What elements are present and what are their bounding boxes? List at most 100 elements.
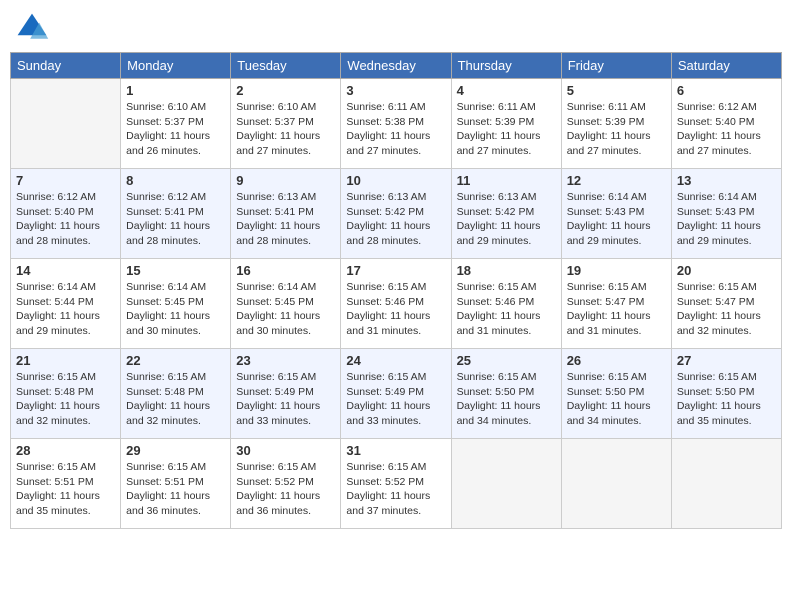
- day-info: Sunrise: 6:13 AMSunset: 5:42 PMDaylight:…: [457, 190, 556, 249]
- calendar-cell: 21 Sunrise: 6:15 AMSunset: 5:48 PMDayligh…: [11, 349, 121, 439]
- column-header-monday: Monday: [121, 53, 231, 79]
- day-info: Sunrise: 6:11 AMSunset: 5:39 PMDaylight:…: [457, 100, 556, 159]
- day-number: 23: [236, 353, 335, 368]
- day-info: Sunrise: 6:11 AMSunset: 5:39 PMDaylight:…: [567, 100, 666, 159]
- calendar-cell: 29 Sunrise: 6:15 AMSunset: 5:51 PMDayligh…: [121, 439, 231, 529]
- calendar-cell: 16Sunrise: 6:14 AMSunset: 5:45 PMDayligh…: [231, 259, 341, 349]
- calendar-cell: 17Sunrise: 6:15 AMSunset: 5:46 PMDayligh…: [341, 259, 451, 349]
- day-info: Sunrise: 6:10 AMSunset: 5:37 PMDaylight:…: [236, 100, 335, 159]
- day-number: 10: [346, 173, 445, 188]
- day-info: Sunrise: 6:15 AMSunset: 5:47 PMDaylight:…: [677, 280, 776, 339]
- day-number: 18: [457, 263, 556, 278]
- day-number: 13: [677, 173, 776, 188]
- calendar-cell: 10 Sunrise: 6:13 AMSunset: 5:42 PMDayligh…: [341, 169, 451, 259]
- calendar-cell: 15 Sunrise: 6:14 AMSunset: 5:45 PMDayligh…: [121, 259, 231, 349]
- calendar-cell: 6 Sunrise: 6:12 AMSunset: 5:40 PMDaylight…: [671, 79, 781, 169]
- calendar-cell: 19 Sunrise: 6:15 AMSunset: 5:47 PMDayligh…: [561, 259, 671, 349]
- day-info: Sunrise: 6:13 AMSunset: 5:42 PMDaylight:…: [346, 190, 445, 249]
- day-number: 27: [677, 353, 776, 368]
- calendar-cell: 12 Sunrise: 6:14 AMSunset: 5:43 PMDayligh…: [561, 169, 671, 259]
- calendar-cell: 27 Sunrise: 6:15 AMSunset: 5:50 PMDayligh…: [671, 349, 781, 439]
- day-info: Sunrise: 6:15 AMSunset: 5:46 PMDaylight:…: [346, 280, 445, 339]
- calendar-cell: 22 Sunrise: 6:15 AMSunset: 5:48 PMDayligh…: [121, 349, 231, 439]
- day-number: 26: [567, 353, 666, 368]
- day-info: Sunrise: 6:15 AMSunset: 5:50 PMDaylight:…: [567, 370, 666, 429]
- day-number: 30: [236, 443, 335, 458]
- calendar-cell: [11, 79, 121, 169]
- day-info: Sunrise: 6:15 AMSunset: 5:52 PMDaylight:…: [346, 460, 445, 519]
- calendar-week-row: 7 Sunrise: 6:12 AMSunset: 5:40 PMDaylight…: [11, 169, 782, 259]
- column-header-wednesday: Wednesday: [341, 53, 451, 79]
- day-number: 7: [16, 173, 115, 188]
- calendar-cell: 3Sunrise: 6:11 AMSunset: 5:38 PMDaylight…: [341, 79, 451, 169]
- calendar-cell: 2 Sunrise: 6:10 AMSunset: 5:37 PMDaylight…: [231, 79, 341, 169]
- calendar-cell: 4 Sunrise: 6:11 AMSunset: 5:39 PMDaylight…: [451, 79, 561, 169]
- day-info: Sunrise: 6:13 AMSunset: 5:41 PMDaylight:…: [236, 190, 335, 249]
- calendar-cell: 18 Sunrise: 6:15 AMSunset: 5:46 PMDayligh…: [451, 259, 561, 349]
- day-number: 19: [567, 263, 666, 278]
- day-number: 2: [236, 83, 335, 98]
- day-info: Sunrise: 6:12 AMSunset: 5:40 PMDaylight:…: [677, 100, 776, 159]
- page-header: [10, 10, 782, 46]
- logo: [14, 10, 54, 46]
- calendar-cell: 14Sunrise: 6:14 AMSunset: 5:44 PMDayligh…: [11, 259, 121, 349]
- day-number: 1: [126, 83, 225, 98]
- calendar-cell: [671, 439, 781, 529]
- calendar-cell: 31 Sunrise: 6:15 AMSunset: 5:52 PMDayligh…: [341, 439, 451, 529]
- day-info: Sunrise: 6:15 AMSunset: 5:51 PMDaylight:…: [126, 460, 225, 519]
- day-number: 16: [236, 263, 335, 278]
- day-info: Sunrise: 6:14 AMSunset: 5:44 PMDaylight:…: [16, 280, 115, 339]
- day-number: 5: [567, 83, 666, 98]
- calendar-week-row: 1 Sunrise: 6:10 AMSunset: 5:37 PMDaylight…: [11, 79, 782, 169]
- day-number: 29: [126, 443, 225, 458]
- column-header-thursday: Thursday: [451, 53, 561, 79]
- calendar-cell: 11 Sunrise: 6:13 AMSunset: 5:42 PMDayligh…: [451, 169, 561, 259]
- day-info: Sunrise: 6:15 AMSunset: 5:50 PMDaylight:…: [677, 370, 776, 429]
- day-number: 22: [126, 353, 225, 368]
- column-header-sunday: Sunday: [11, 53, 121, 79]
- day-info: Sunrise: 6:11 AMSunset: 5:38 PMDaylight:…: [346, 100, 445, 159]
- day-number: 12: [567, 173, 666, 188]
- calendar-cell: 23 Sunrise: 6:15 AMSunset: 5:49 PMDayligh…: [231, 349, 341, 439]
- day-info: Sunrise: 6:15 AMSunset: 5:46 PMDaylight:…: [457, 280, 556, 339]
- calendar-cell: 5 Sunrise: 6:11 AMSunset: 5:39 PMDaylight…: [561, 79, 671, 169]
- day-info: Sunrise: 6:14 AMSunset: 5:45 PMDaylight:…: [126, 280, 225, 339]
- calendar-week-row: 28Sunrise: 6:15 AMSunset: 5:51 PMDayligh…: [11, 439, 782, 529]
- day-info: Sunrise: 6:15 AMSunset: 5:47 PMDaylight:…: [567, 280, 666, 339]
- day-info: Sunrise: 6:14 AMSunset: 5:43 PMDaylight:…: [567, 190, 666, 249]
- calendar-cell: 7 Sunrise: 6:12 AMSunset: 5:40 PMDaylight…: [11, 169, 121, 259]
- day-info: Sunrise: 6:14 AMSunset: 5:43 PMDaylight:…: [677, 190, 776, 249]
- day-info: Sunrise: 6:15 AMSunset: 5:49 PMDaylight:…: [236, 370, 335, 429]
- day-number: 8: [126, 173, 225, 188]
- calendar-header-row: SundayMondayTuesdayWednesdayThursdayFrid…: [11, 53, 782, 79]
- calendar-cell: 20 Sunrise: 6:15 AMSunset: 5:47 PMDayligh…: [671, 259, 781, 349]
- calendar-cell: [451, 439, 561, 529]
- day-number: 31: [346, 443, 445, 458]
- calendar-cell: 30 Sunrise: 6:15 AMSunset: 5:52 PMDayligh…: [231, 439, 341, 529]
- day-info: Sunrise: 6:15 AMSunset: 5:48 PMDaylight:…: [126, 370, 225, 429]
- day-info: Sunrise: 6:12 AMSunset: 5:40 PMDaylight:…: [16, 190, 115, 249]
- calendar-cell: 25 Sunrise: 6:15 AMSunset: 5:50 PMDayligh…: [451, 349, 561, 439]
- day-number: 9: [236, 173, 335, 188]
- day-number: 15: [126, 263, 225, 278]
- day-info: Sunrise: 6:15 AMSunset: 5:52 PMDaylight:…: [236, 460, 335, 519]
- day-number: 4: [457, 83, 556, 98]
- day-number: 21: [16, 353, 115, 368]
- day-info: Sunrise: 6:15 AMSunset: 5:50 PMDaylight:…: [457, 370, 556, 429]
- calendar-week-row: 14Sunrise: 6:14 AMSunset: 5:44 PMDayligh…: [11, 259, 782, 349]
- calendar-cell: 8 Sunrise: 6:12 AMSunset: 5:41 PMDaylight…: [121, 169, 231, 259]
- day-info: Sunrise: 6:12 AMSunset: 5:41 PMDaylight:…: [126, 190, 225, 249]
- day-number: 6: [677, 83, 776, 98]
- day-info: Sunrise: 6:15 AMSunset: 5:49 PMDaylight:…: [346, 370, 445, 429]
- day-info: Sunrise: 6:10 AMSunset: 5:37 PMDaylight:…: [126, 100, 225, 159]
- day-number: 25: [457, 353, 556, 368]
- calendar-cell: 9 Sunrise: 6:13 AMSunset: 5:41 PMDaylight…: [231, 169, 341, 259]
- day-number: 11: [457, 173, 556, 188]
- day-number: 20: [677, 263, 776, 278]
- calendar-cell: 1 Sunrise: 6:10 AMSunset: 5:37 PMDaylight…: [121, 79, 231, 169]
- day-info: Sunrise: 6:15 AMSunset: 5:48 PMDaylight:…: [16, 370, 115, 429]
- column-header-friday: Friday: [561, 53, 671, 79]
- calendar-cell: 13 Sunrise: 6:14 AMSunset: 5:43 PMDayligh…: [671, 169, 781, 259]
- day-info: Sunrise: 6:15 AMSunset: 5:51 PMDaylight:…: [16, 460, 115, 519]
- calendar-cell: 26 Sunrise: 6:15 AMSunset: 5:50 PMDayligh…: [561, 349, 671, 439]
